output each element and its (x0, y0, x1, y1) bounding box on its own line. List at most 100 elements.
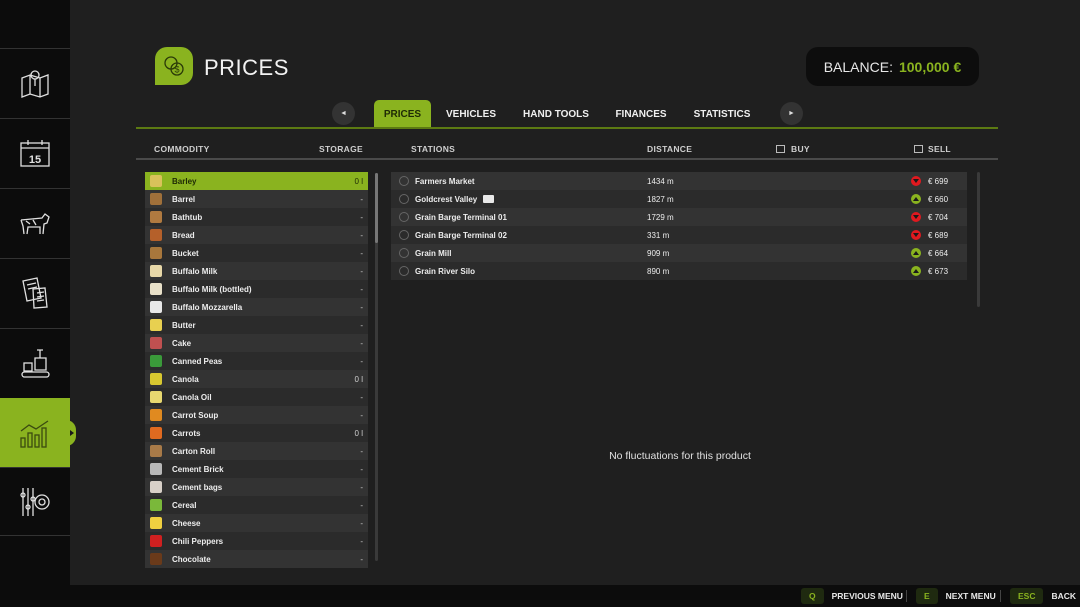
commodity-row[interactable]: Carton Roll - (145, 442, 368, 460)
commodity-row[interactable]: Bucket - (145, 244, 368, 262)
commodity-icon (150, 301, 162, 313)
commodity-storage: - (360, 518, 363, 528)
tab-next-button[interactable]: ► (780, 102, 803, 125)
station-marker-icon[interactable] (399, 212, 409, 222)
previous-menu-button[interactable]: Q PREVIOUS MENU (801, 587, 903, 605)
column-header-sell: SELL (914, 144, 951, 154)
station-row[interactable]: Grain Barge Terminal 01 1729 m € 704 (391, 208, 967, 226)
commodity-row[interactable]: Buffalo Mozzarella - (145, 298, 368, 316)
svg-text:$: $ (174, 65, 179, 75)
commodity-scrollbar-thumb[interactable] (375, 173, 378, 243)
station-sell-price: € 689 (928, 230, 949, 240)
cow-icon (20, 213, 50, 235)
station-marker-icon[interactable] (399, 266, 409, 276)
commodity-name: Buffalo Milk (bottled) (172, 284, 252, 294)
station-name: Grain Barge Terminal 01 (415, 212, 507, 222)
commodity-storage: - (360, 302, 363, 312)
commodity-icon (150, 175, 162, 187)
tab-prev-button[interactable]: ◄ (332, 102, 355, 125)
commodity-name: Cheese (172, 518, 201, 528)
commodity-icon (150, 409, 162, 421)
commodity-storage: - (360, 284, 363, 294)
station-row[interactable]: Farmers Market 1434 m € 699 (391, 172, 967, 190)
chart-icon (20, 419, 49, 448)
station-marker-icon[interactable] (399, 176, 409, 186)
trend-down-icon (911, 176, 921, 186)
station-row[interactable]: Goldcrest Valley 1827 m € 660 (391, 190, 967, 208)
station-name: Grain Barge Terminal 02 (415, 230, 507, 240)
commodity-name: Chocolate (172, 554, 211, 564)
tab-vehicles[interactable]: VEHICLES (441, 100, 501, 128)
buy-label: BUY (791, 144, 810, 154)
commodity-row[interactable]: Buffalo Milk - (145, 262, 368, 280)
commodity-row[interactable]: Barley 0 l (145, 172, 368, 190)
sidebar-item-animals[interactable] (0, 188, 70, 257)
commodity-name: Carrots (172, 428, 201, 438)
commodity-icon (150, 319, 162, 331)
trend-down-icon (911, 212, 921, 222)
column-header-commodity: COMMODITY (154, 144, 210, 154)
sidebar-item-calendar[interactable]: 15 (0, 118, 70, 187)
commodity-storage: - (360, 320, 363, 330)
back-button[interactable]: ESC BACK (1010, 587, 1076, 605)
next-menu-button[interactable]: E NEXT MENU (916, 587, 996, 605)
balance-display: BALANCE: 100,000 € (806, 47, 979, 86)
commodity-row[interactable]: Canned Peas - (145, 352, 368, 370)
commodity-row[interactable]: Cement Brick - (145, 460, 368, 478)
commodity-row[interactable]: Cheese - (145, 514, 368, 532)
commodity-row[interactable]: Buffalo Milk (bottled) - (145, 280, 368, 298)
commodity-scrollbar[interactable] (375, 173, 378, 561)
commodity-row[interactable]: Butter - (145, 316, 368, 334)
commodity-row[interactable]: Carrots 0 l (145, 424, 368, 442)
sidebar-item-settings[interactable] (0, 467, 70, 536)
station-marker-icon[interactable] (399, 194, 409, 204)
commodity-storage: - (360, 230, 363, 240)
station-distance: 1729 m (647, 212, 674, 222)
station-row[interactable]: Grain Barge Terminal 02 331 m € 689 (391, 226, 967, 244)
commodity-row[interactable]: Cereal - (145, 496, 368, 514)
commodity-icon (150, 283, 162, 295)
commodity-row[interactable]: Canola 0 l (145, 370, 368, 388)
station-scrollbar[interactable] (977, 172, 980, 307)
tab-finances[interactable]: FINANCES (610, 100, 672, 128)
page-title: PRICES (204, 55, 289, 80)
commodity-name: Barrel (172, 194, 196, 204)
sidebar-item-prices[interactable] (0, 398, 76, 467)
sell-label: SELL (928, 144, 951, 154)
commodity-row[interactable]: Carrot Soup - (145, 406, 368, 424)
commodity-row[interactable]: Bread - (145, 226, 368, 244)
station-row[interactable]: Grain River Silo 890 m € 673 (391, 262, 967, 280)
balance-label: BALANCE: (823, 58, 893, 75)
commodity-storage: - (360, 446, 363, 456)
tab-prices[interactable]: PRICES (374, 100, 431, 128)
commodity-storage: - (360, 500, 363, 510)
sidebar-item-contracts[interactable] (0, 258, 70, 327)
commodity-storage: - (360, 392, 363, 402)
commodity-storage: - (360, 482, 363, 492)
commodity-storage: 0 l (354, 176, 363, 186)
fluctuation-message: No fluctuations for this product (609, 450, 751, 462)
commodity-row[interactable]: Canola Oil - (145, 388, 368, 406)
commodity-icon (150, 355, 162, 367)
station-distance: 1434 m (647, 176, 674, 186)
settings-icon (20, 487, 50, 516)
commodity-row[interactable]: Chili Peppers - (145, 532, 368, 550)
commodity-row[interactable]: Bathtub - (145, 208, 368, 226)
sidebar-item-production[interactable] (0, 328, 70, 397)
station-row[interactable]: Grain Mill 909 m € 664 (391, 244, 967, 262)
commodity-name: Barley (172, 176, 197, 186)
commodity-row[interactable]: Barrel - (145, 190, 368, 208)
station-distance: 1827 m (647, 194, 674, 204)
commodity-name: Butter (172, 320, 196, 330)
tab-statistics[interactable]: STATISTICS (686, 100, 758, 128)
commodity-name: Carrot Soup (172, 410, 219, 420)
buy-icon (776, 145, 785, 153)
commodity-row[interactable]: Chocolate - (145, 550, 368, 568)
commodity-row[interactable]: Cake - (145, 334, 368, 352)
tab-hand-tools[interactable]: HAND TOOLS (515, 100, 597, 128)
station-marker-icon[interactable] (399, 248, 409, 258)
commodity-row[interactable]: Cement bags - (145, 478, 368, 496)
station-marker-icon[interactable] (399, 230, 409, 240)
commodity-icon (150, 193, 162, 205)
header-divider (136, 158, 998, 160)
